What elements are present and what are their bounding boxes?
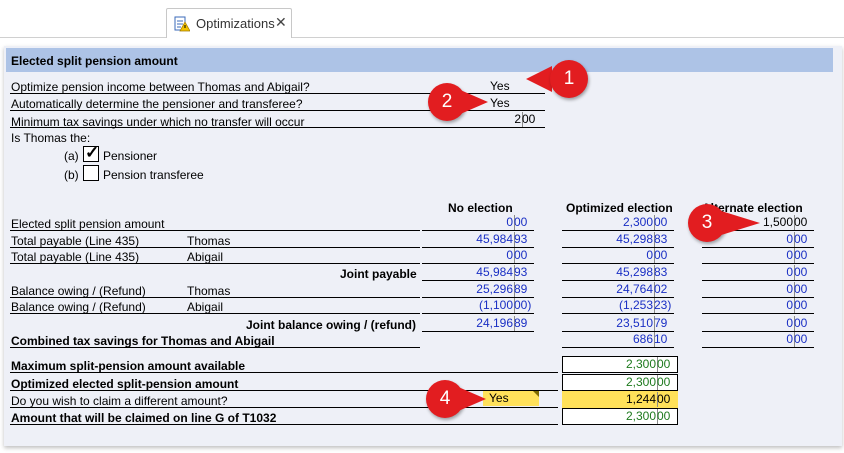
close-icon[interactable]: ✕ xyxy=(275,14,287,31)
claim-different-amount-input[interactable]: 1,244 00 xyxy=(562,391,678,408)
tab-optimizations[interactable]: Optimizations ✕ xyxy=(166,8,292,38)
no-election-balance-thomas: 25,296 89 xyxy=(422,282,534,298)
no-election-joint-payable: 45,984 93 xyxy=(422,265,534,281)
callout-arrow xyxy=(458,89,488,115)
callout-arrow xyxy=(526,66,552,92)
row-label-combined-savings: Combined tax savings for Thomas and Abig… xyxy=(11,334,275,348)
amount-claimed-label: Amount that will be claimed on line G of… xyxy=(11,411,277,425)
option-a-prefix: (a) xyxy=(64,149,79,163)
callout-3: 3 xyxy=(688,204,768,242)
alternate-joint-payable: 0 00 xyxy=(702,265,814,281)
optimized-combined-savings: 686 10 xyxy=(562,332,674,348)
row-label-balance-abigail: Balance owing / (Refund) xyxy=(11,300,146,314)
optimized-elected: 2,300 00 xyxy=(562,215,674,231)
alternate-balance-abigail: 0 00 xyxy=(702,298,814,314)
optimized-total-payable-abigail: 0 00 xyxy=(562,248,674,264)
row-label-joint-balance: Joint balance owing / (refund) xyxy=(246,318,417,332)
optimized-total-payable-thomas: 45,298 83 xyxy=(562,232,674,248)
alternate-combined-savings: 0 00 xyxy=(702,332,814,348)
no-election-elected[interactable]: 0 00 xyxy=(422,215,534,231)
tab-label: Optimizations xyxy=(196,16,275,31)
row-person-thomas: Thomas xyxy=(187,234,231,248)
pension-transferee-checkbox[interactable] xyxy=(83,165,99,181)
column-header-optimized: Optimized election xyxy=(566,201,673,215)
alternate-balance-thomas: 0 00 xyxy=(702,282,814,298)
optimized-balance-abigail: (1,253 23) xyxy=(562,298,674,314)
row-underline xyxy=(10,263,420,264)
row-person-thomas: Thomas xyxy=(187,284,231,298)
alternate-joint-balance: 0 00 xyxy=(702,316,814,332)
optimize-question-label: Optimize pension income between Thomas a… xyxy=(11,80,310,94)
callout-1: 1 xyxy=(520,60,590,98)
alternate-total-payable-abigail: 0 00 xyxy=(702,248,814,264)
optimized-joint-balance: 23,510 79 xyxy=(562,316,674,332)
optimized-elected-label: Optimized elected split-pension amount xyxy=(11,377,239,391)
optimized-joint-payable: 45,298 83 xyxy=(562,265,674,281)
checkmark-icon: ✓ xyxy=(85,143,100,162)
row-underline xyxy=(10,347,420,348)
row-label-elected: Elected split pension amount xyxy=(11,217,165,231)
row-underline xyxy=(10,127,545,128)
callout-4: 4 xyxy=(426,380,496,418)
row-underline xyxy=(10,313,420,314)
row-underline xyxy=(10,230,420,231)
callout-arrow xyxy=(456,386,486,412)
tab-bar-divider xyxy=(0,37,844,38)
callout-1-badge: 1 xyxy=(550,60,588,98)
no-election-total-payable-thomas: 45,984 93 xyxy=(422,232,534,248)
column-header-no-election: No election xyxy=(448,201,513,215)
amount-claimed-value: 2,300 00 xyxy=(562,408,678,425)
pensioner-label: Pensioner xyxy=(103,149,158,163)
form-warning-icon xyxy=(174,16,190,32)
pensioner-checkbox[interactable]: ✓ xyxy=(83,143,100,162)
no-election-balance-abigail: (1,100 00) xyxy=(422,298,534,314)
section-title: Elected split pension amount xyxy=(11,54,178,68)
is-thomas-label: Is Thomas the: xyxy=(11,131,91,145)
row-label-joint-payable: Joint payable xyxy=(340,267,417,281)
auto-determine-question-label: Automatically determine the pensioner an… xyxy=(11,97,303,111)
max-split-label: Maximum split-pension amount available xyxy=(11,359,246,373)
row-person-abigail: Abigail xyxy=(187,300,224,314)
claim-different-label: Do you wish to claim a different amount? xyxy=(11,394,228,408)
row-label-total-payable-thomas: Total payable (Line 435) xyxy=(11,234,140,248)
callout-arrow xyxy=(718,210,760,236)
row-label-balance-thomas: Balance owing / (Refund) xyxy=(11,284,146,298)
max-split-value: 2,300 00 xyxy=(562,356,678,373)
row-underline xyxy=(10,424,558,425)
row-underline xyxy=(10,372,558,373)
no-election-total-payable-abigail: 0 00 xyxy=(422,248,534,264)
row-underline xyxy=(10,297,420,298)
row-person-abigail: Abigail xyxy=(187,250,224,264)
option-b-prefix: (b) xyxy=(64,168,79,182)
callout-2: 2 xyxy=(428,83,498,121)
no-election-joint-balance: 24,196 89 xyxy=(422,316,534,332)
row-label-total-payable-abigail: Total payable (Line 435) xyxy=(11,250,140,264)
row-underline xyxy=(10,247,420,248)
optimized-elected-value: 2,300 00 xyxy=(562,374,678,391)
pension-transferee-label: Pension transferee xyxy=(103,168,204,182)
optimized-balance-thomas: 24,764 02 xyxy=(562,282,674,298)
